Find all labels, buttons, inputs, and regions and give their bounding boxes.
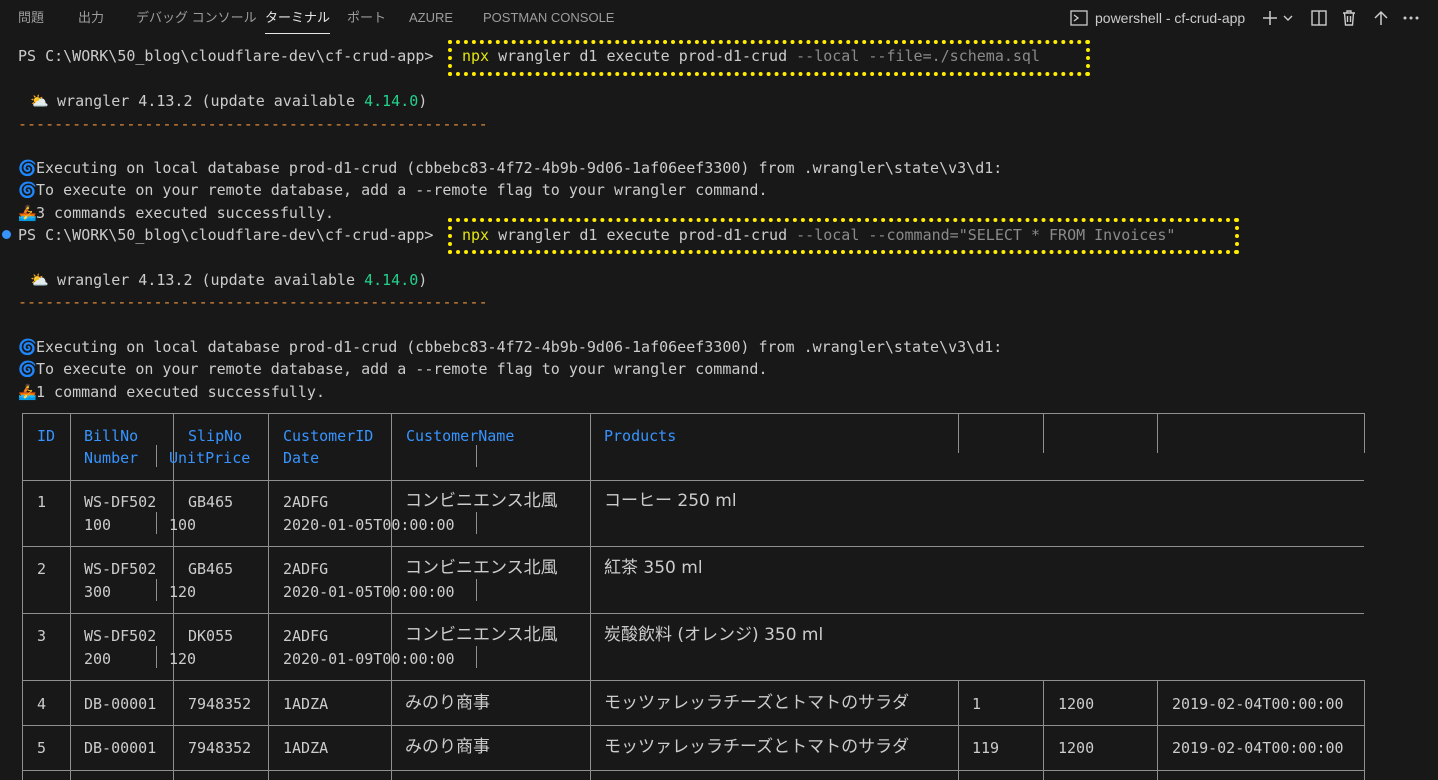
exec-remote-2: 🌀To execute on your remote database, add… — [18, 358, 768, 380]
cell-slipno: DK055 — [188, 627, 234, 645]
cell-product: 紅茶 350 ml — [604, 558, 703, 578]
terminal-instance-title[interactable]: powershell - cf-crud-app — [1095, 0, 1245, 36]
command-text-2: npx wrangler d1 execute prod-d1-crud --l… — [462, 226, 1176, 244]
cell-unitprice: 120 — [169, 583, 197, 601]
cyclone-icon: 🌀 — [18, 181, 37, 199]
header-customername: CustomerName — [406, 427, 515, 445]
chevron-down-icon[interactable] — [1281, 8, 1295, 28]
prompt: PS C:\WORK\50_blog\cloudflare-dev\cf-cru… — [18, 47, 434, 65]
panel-tab-bar: 問題 出力 デバッグ コンソール ターミナル ポート AZURE POSTMAN… — [0, 0, 1438, 36]
cell-unitprice: 1200 — [1058, 695, 1095, 713]
cell-customerid: 2ADFG — [283, 627, 329, 645]
cell-id: 5 — [37, 739, 47, 757]
command-line-1: PS C:\WORK\50_blog\cloudflare-dev\cf-cru… — [18, 45, 433, 67]
tab-output[interactable]: 出力 — [78, 0, 104, 36]
cell-date: 2019-02-04T00:00:00 — [1172, 695, 1344, 713]
cell-billno: DB-00001 — [84, 739, 157, 757]
cell-number: 100 — [84, 516, 112, 534]
cell-id: 3 — [37, 627, 47, 645]
wrangler-banner-1: ⛅ wrangler 4.13.2 (update available 4.14… — [30, 90, 427, 112]
tab-problems[interactable]: 問題 — [18, 0, 44, 36]
cell-slipno: GB465 — [188, 560, 234, 578]
split-icon[interactable] — [1309, 8, 1329, 28]
cell-unitprice: 120 — [169, 650, 197, 668]
cell-billno: WS-DF502 — [84, 627, 157, 645]
cell-number: 119 — [972, 739, 1000, 757]
header-id: ID — [37, 427, 56, 445]
header-billno: BillNo — [84, 427, 139, 445]
cell-customerid: 2ADFG — [283, 560, 329, 578]
tab-postman-console[interactable]: POSTMAN CONSOLE — [483, 0, 614, 36]
terminal-output[interactable]: PS C:\WORK\50_blog\cloudflare-dev\cf-cru… — [0, 36, 1438, 780]
cell-number: 300 — [84, 583, 112, 601]
tab-azure[interactable]: AZURE — [409, 0, 453, 36]
cell-product: モッツァレッラチーズとトマトのサラダ — [604, 737, 910, 757]
command-line-2: PS C:\WORK\50_blog\cloudflare-dev\cf-cru… — [18, 224, 433, 246]
cell-product: 炭酸飲料 (オレンジ) 350 ml — [604, 625, 824, 645]
divider-1: ----------------------------------------… — [18, 115, 488, 133]
maximize-icon[interactable] — [1371, 8, 1391, 28]
tab-ports[interactable]: ポート — [347, 0, 386, 36]
cell-slipno: GB465 — [188, 493, 234, 511]
cell-billno: DB-00001 — [84, 695, 157, 713]
plus-icon[interactable] — [1260, 8, 1280, 28]
success-1: 🚣3 commands executed successfully. — [18, 202, 334, 224]
header-unitprice: UnitPrice — [169, 449, 251, 467]
cell-billno: WS-DF502 — [84, 560, 157, 578]
rowing-icon: 🚣 — [18, 204, 37, 222]
header-number: Number — [84, 449, 139, 467]
more-icon[interactable] — [1401, 8, 1421, 28]
cell-billno: WS-DF502 — [84, 493, 157, 511]
cell-slipno: 7948352 — [188, 695, 252, 713]
cyclone-icon: 🌀 — [18, 338, 37, 356]
cell-unitprice: 100 — [169, 516, 197, 534]
divider-2: ----------------------------------------… — [18, 293, 488, 311]
cell-customername: コンビニエンス北風 — [405, 558, 558, 578]
cell-unitprice: 1200 — [1058, 739, 1095, 757]
rowing-icon: 🚣 — [18, 383, 37, 401]
cell-id: 2 — [37, 560, 47, 578]
cell-date: 2020-01-05T00:00:00 — [283, 516, 455, 534]
cell-customername: コンビニエンス北風 — [405, 491, 558, 511]
cyclone-icon: 🌀 — [18, 360, 37, 378]
cell-product: モッツァレッラチーズとトマトのサラダ — [604, 693, 910, 713]
wrangler-banner-2: ⛅ wrangler 4.13.2 (update available 4.14… — [30, 269, 427, 291]
exec-local-1: 🌀Executing on local database prod-d1-cru… — [18, 157, 1002, 179]
tab-debug-console[interactable]: デバッグ コンソール — [136, 0, 257, 36]
cell-id: 4 — [37, 695, 47, 713]
cell-customername: みのり商事 — [405, 693, 490, 713]
cell-id: 1 — [37, 493, 47, 511]
cell-number: 1 — [972, 695, 982, 713]
command-decoration-icon[interactable] — [2, 230, 11, 239]
header-customerid: CustomerID — [283, 427, 374, 445]
prompt: PS C:\WORK\50_blog\cloudflare-dev\cf-cru… — [18, 226, 434, 244]
exec-remote-1: 🌀To execute on your remote database, add… — [18, 179, 768, 201]
cell-product: コーヒー 250 ml — [604, 491, 737, 511]
cyclone-icon: 🌀 — [18, 159, 37, 177]
trash-icon[interactable] — [1339, 8, 1359, 28]
cell-date: 2020-01-09T00:00:00 — [283, 650, 455, 668]
success-2: 🚣1 command executed successfully. — [18, 381, 325, 403]
cell-customerid: 2ADFG — [283, 493, 329, 511]
header-date: Date — [283, 449, 320, 467]
cell-customerid: 1ADZA — [283, 739, 329, 757]
cell-date: 2019-02-04T00:00:00 — [1172, 739, 1344, 757]
terminal-icon — [1070, 10, 1088, 26]
cloud-sun-icon: ⛅ — [30, 92, 49, 110]
cell-customerid: 1ADZA — [283, 695, 329, 713]
cell-date: 2020-01-05T00:00:00 — [283, 583, 455, 601]
cloud-sun-icon: ⛅ — [30, 271, 49, 289]
header-slipno: SlipNo — [188, 427, 243, 445]
cell-customername: みのり商事 — [405, 737, 490, 757]
exec-local-2: 🌀Executing on local database prod-d1-cru… — [18, 336, 1002, 358]
cell-number: 200 — [84, 650, 112, 668]
command-text-1: npx wrangler d1 execute prod-d1-crud --l… — [462, 47, 1040, 65]
cell-customername: コンビニエンス北風 — [405, 625, 558, 645]
header-products: Products — [604, 427, 677, 445]
cell-slipno: 7948352 — [188, 739, 252, 757]
tab-terminal[interactable]: ターミナル — [265, 0, 331, 36]
